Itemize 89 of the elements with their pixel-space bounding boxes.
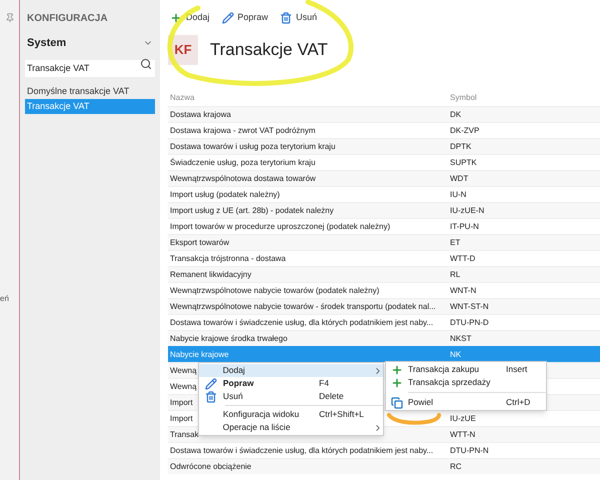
table-cell-text: WNT-ST-N [449, 300, 489, 312]
menu-item[interactable]: Powiel Ctrl+D [386, 396, 546, 409]
table-cell: Wewnątrzwspólnotowe nabycie towarów (podatek należny) [170, 284, 380, 296]
table-cell: Dostawa towarów i świadczenie usług, dla których podatnikiem jest naby... [170, 316, 434, 328]
toolbar-button[interactable]: Dodaj [170, 11, 210, 25]
table-row[interactable]: Transakcja trójstronna - dostawa WTT-D [168, 250, 600, 266]
table-cell: Wewną [170, 364, 197, 376]
table-cell: Nabycie krajowe środka trwałego [170, 332, 288, 344]
table-row[interactable]: Import usług (podatek należny) IU-N [168, 186, 600, 202]
plus-icon [170, 12, 182, 24]
menu-item[interactable]: Transakcja sprzedaży [386, 376, 546, 389]
table-cell-text: IU-zUE-N [449, 204, 484, 216]
toolbar-button[interactable]: Usuń [280, 11, 318, 25]
table-cell: Dostawa krajowa - zwrot VAT podróżnym [170, 124, 316, 136]
table-cell: Remanent likwidacyjny [170, 268, 252, 280]
system-dropdown[interactable]: System [25, 35, 155, 51]
table-cell: Dostawa towarów i usług poza terytorium kraju [170, 140, 336, 152]
table-cell-text: IT-PU-N [449, 220, 479, 232]
table-cell-text: NKST [449, 332, 472, 344]
menu-item[interactable]: Konfiguracja widoku Ctrl+Shift+L [199, 408, 383, 421]
label-fragment: eń [0, 293, 9, 305]
circle-annotation [386, 413, 442, 425]
table-cell-text: SUPTK [449, 156, 477, 168]
sidebar-item[interactable]: Domyślne transakcje VAT [25, 84, 155, 99]
table-cell: Wewnątrzwspólnotowa dostawa towarów [170, 172, 316, 184]
table-cell-text: RC [449, 460, 462, 472]
pencil-icon [205, 378, 217, 390]
table-row[interactable]: Świadczenie usług, poza terytorium kraju SUPTK [168, 154, 600, 170]
table-cell-text: WDT [449, 172, 468, 184]
table-cell-text: RL [449, 268, 460, 280]
table-cell-text: DK-ZVP [449, 124, 480, 136]
table-row[interactable]: Nabycie krajowe środka trwałego NKST [168, 330, 600, 346]
trash-icon [280, 12, 292, 24]
table-cell: Dostawa towarów i świadczenie usług, dla których podatnikiem jest naby... [170, 444, 434, 456]
table-cell-text: WNT-N [449, 284, 476, 296]
copy-icon [391, 396, 403, 408]
column-header: Nazwa [169, 92, 196, 104]
table-cell: Import [170, 412, 193, 424]
table-cell-text: DK [449, 108, 462, 120]
table-cell-text: ET [449, 236, 460, 248]
table-row[interactable]: Eksport towarów ET [168, 234, 600, 250]
table-cell: Nabycie krajowe [170, 348, 229, 360]
table-row[interactable]: Import towarów w procedurze uproszczonej (podatek należny) IT-PU-N [168, 218, 600, 234]
table-cell-text: DTU-PN-N [449, 444, 489, 456]
pin-icon[interactable] [4, 13, 14, 23]
table-row[interactable]: Odwrócone obciążenie RC [168, 458, 600, 474]
table-cell-text: DTU-PN-D [449, 316, 489, 328]
table-row[interactable]: Dostawa towarów i świadczenie usług, dla których podatnikiem jest naby... DTU-PN-N [168, 442, 600, 458]
table-cell: Import towarów w procedurze uproszczonej (podatek należny) [170, 220, 390, 232]
plus-icon [391, 364, 403, 376]
table-cell: Odwrócone obciążenie [170, 460, 252, 472]
search-field[interactable]: Transakcje VAT [25, 60, 155, 76]
menu-item[interactable]: Popraw F4 [199, 377, 383, 390]
toolbar-button[interactable]: Popraw [222, 11, 268, 25]
table-row[interactable]: Dostawa towarów i świadczenie usług, dla których podatnikiem jest naby... DTU-PN-D [168, 314, 600, 330]
table-row[interactable]: Dostawa krajowa DK [168, 106, 600, 122]
page-title: Transakcje VAT [210, 39, 328, 62]
menu-item[interactable]: Usuń Delete [199, 390, 383, 403]
table-cell: Wewną [170, 380, 197, 392]
table-cell: Świadczenie usług, poza terytorium kraju [170, 156, 316, 168]
table-cell-text: DPTK [449, 140, 472, 152]
table-row[interactable]: Wewnątrzwspólnotowa dostawa towarów WDT [168, 170, 600, 186]
table-row[interactable]: Import usług z UE (art. 28b) - podatek należny IU-zUE-N [168, 202, 600, 218]
table-cell: Transak [170, 428, 199, 440]
table-cell-text: WTT-D [449, 252, 476, 264]
plus-icon [391, 376, 403, 388]
table-cell-text: IU-N [449, 188, 466, 200]
table-cell: Import usług z UE (art. 28b) - podatek należny [170, 204, 334, 216]
table-cell-text: NK [449, 348, 462, 360]
table-cell: Import [170, 396, 193, 408]
table-row[interactable]: Wewnątrzwspólnotowe nabycie towarów (podatek należny) WNT-N [168, 282, 600, 298]
table-row[interactable]: Wewnątrzwspólnotowe nabycie towarów - środek transportu (podatek nal... WNT-ST-N [168, 298, 600, 314]
table-cell: Dostawa krajowa [170, 108, 231, 120]
table-cell-text: WTT-N [449, 428, 476, 440]
table-cell: Eksport towarów [170, 236, 230, 248]
table-row[interactable]: Remanent likwidacyjny RL [168, 266, 600, 282]
trash-icon [205, 390, 217, 402]
search-icon [140, 58, 152, 70]
menu-item[interactable]: Dodaj [199, 364, 383, 377]
pencil-icon [222, 12, 234, 24]
table-cell-text: IU-zUE [449, 412, 476, 424]
column-header: Symbol [449, 92, 477, 104]
table-row[interactable]: Dostawa krajowa - zwrot VAT podróżnym DK-ZVP [168, 122, 600, 138]
table-cell: Import usług (podatek należny) [170, 188, 280, 200]
table-cell: Wewnątrzwspólnotowe nabycie towarów - środek transportu (podatek nal... [170, 300, 436, 312]
menu-item[interactable]: Transakcja zakupu Insert [386, 363, 546, 376]
panel-title: KONFIGURACJA [26, 12, 109, 26]
table-row[interactable]: Dostawa towarów i usług poza terytorium kraju DPTK [168, 138, 600, 154]
table-cell: Transakcja trójstronna - dostawa [170, 252, 286, 264]
